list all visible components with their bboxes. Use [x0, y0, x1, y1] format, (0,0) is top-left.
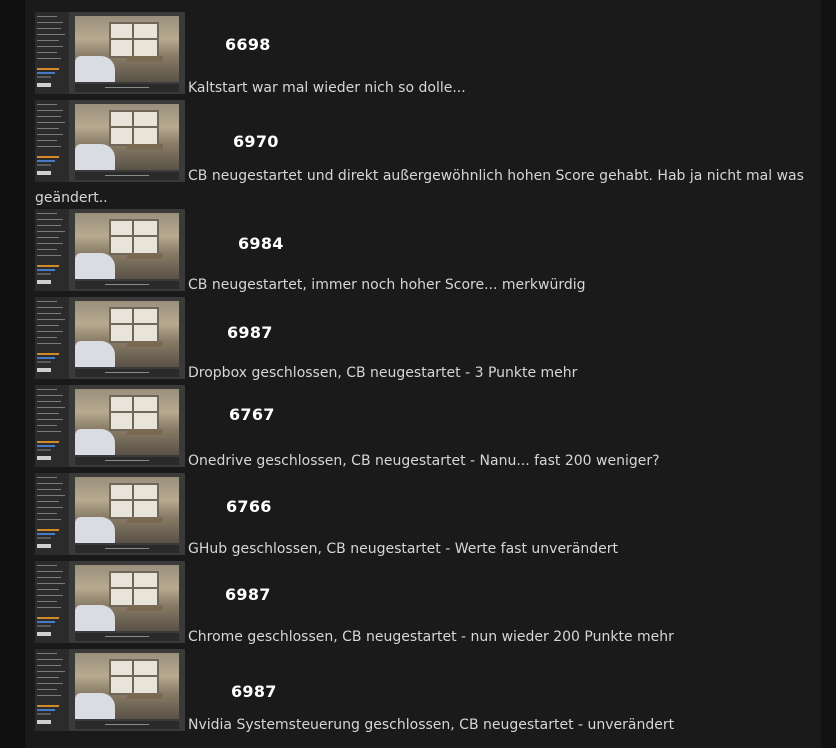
logo-icon: [37, 720, 51, 724]
benchmark-score: 6987: [225, 585, 271, 604]
benchmark-score: 6984: [238, 234, 284, 253]
render-scene-image: [75, 565, 179, 631]
logo-icon: [37, 171, 51, 175]
logo-icon: [37, 632, 51, 636]
entry-caption: Kaltstart war mal wieder nich so dolle..…: [188, 80, 466, 96]
benchmark-entry: 6987 Nvidia Systemsteuerung geschlossen,…: [35, 649, 815, 733]
thumbnail-side-panel: [35, 297, 69, 379]
benchmark-entry: 6987 Chrome geschlossen, CB neugestartet…: [35, 561, 815, 645]
logo-icon: [37, 280, 51, 284]
render-scene-image: [75, 653, 179, 719]
thumbnail-side-panel: [35, 473, 69, 555]
thumbnail-side-panel: [35, 649, 69, 731]
render-scene-image: [75, 389, 179, 455]
thumbnail-side-panel: [35, 100, 69, 182]
benchmark-entry: 6766 GHub geschlossen, CB neugestartet -…: [35, 473, 815, 557]
benchmark-entry: 6970 CB neugestartet und direkt außergew…: [35, 100, 815, 184]
benchmark-score: 6698: [225, 35, 271, 54]
thumbnail-side-panel: [35, 385, 69, 467]
benchmark-score: 6987: [231, 682, 277, 701]
cinebench-screenshot-thumbnail[interactable]: [35, 385, 185, 467]
cinebench-screenshot-thumbnail[interactable]: [35, 649, 185, 731]
logo-icon: [37, 368, 51, 372]
render-scene-image: [75, 301, 179, 367]
cinebench-screenshot-thumbnail[interactable]: [35, 100, 185, 182]
render-scene-image: [75, 213, 179, 279]
render-scene-image: [75, 477, 179, 543]
thumbnail-side-panel: [35, 209, 69, 291]
benchmark-score: 6767: [229, 405, 275, 424]
entry-caption: Dropbox geschlossen, CB neugestartet - 3…: [188, 365, 578, 381]
entry-caption: Onedrive geschlossen, CB neugestartet - …: [188, 453, 660, 469]
forum-page: 6698 Kaltstart war mal wieder nich so do…: [0, 0, 836, 748]
benchmark-score: 6987: [227, 323, 273, 342]
thumbnail-side-panel: [35, 12, 69, 94]
scrollbar-track[interactable]: [821, 0, 836, 748]
render-scene-image: [75, 16, 179, 82]
cinebench-screenshot-thumbnail[interactable]: [35, 297, 185, 379]
benchmark-entry: 6987 Dropbox geschlossen, CB neugestarte…: [35, 297, 815, 381]
logo-icon: [37, 83, 51, 87]
benchmark-entry: 6767 Onedrive geschlossen, CB neugestart…: [35, 385, 815, 469]
thumbnail-side-panel: [35, 561, 69, 643]
render-scene-image: [75, 104, 179, 170]
entry-caption: CB neugestartet, immer noch hoher Score.…: [188, 277, 586, 293]
entry-caption: CB neugestartet und direkt außergewöhnli…: [188, 168, 804, 184]
benchmark-score: 6970: [233, 132, 279, 151]
entry-caption: Nvidia Systemsteuerung geschlossen, CB n…: [188, 717, 675, 733]
logo-icon: [37, 544, 51, 548]
entry-caption: GHub geschlossen, CB neugestartet - Wert…: [188, 541, 619, 557]
cinebench-screenshot-thumbnail[interactable]: [35, 561, 185, 643]
benchmark-entry: 6984 CB neugestartet, immer noch hoher S…: [35, 209, 815, 293]
entry-caption: Chrome geschlossen, CB neugestartet - nu…: [188, 629, 674, 645]
benchmark-score: 6766: [226, 497, 272, 516]
logo-icon: [37, 456, 51, 460]
benchmark-entry: 6698 Kaltstart war mal wieder nich so do…: [35, 12, 815, 96]
cinebench-screenshot-thumbnail[interactable]: [35, 473, 185, 555]
cinebench-screenshot-thumbnail[interactable]: [35, 209, 185, 291]
cinebench-screenshot-thumbnail[interactable]: [35, 12, 185, 94]
entry-caption-continued: geändert..: [35, 190, 108, 206]
